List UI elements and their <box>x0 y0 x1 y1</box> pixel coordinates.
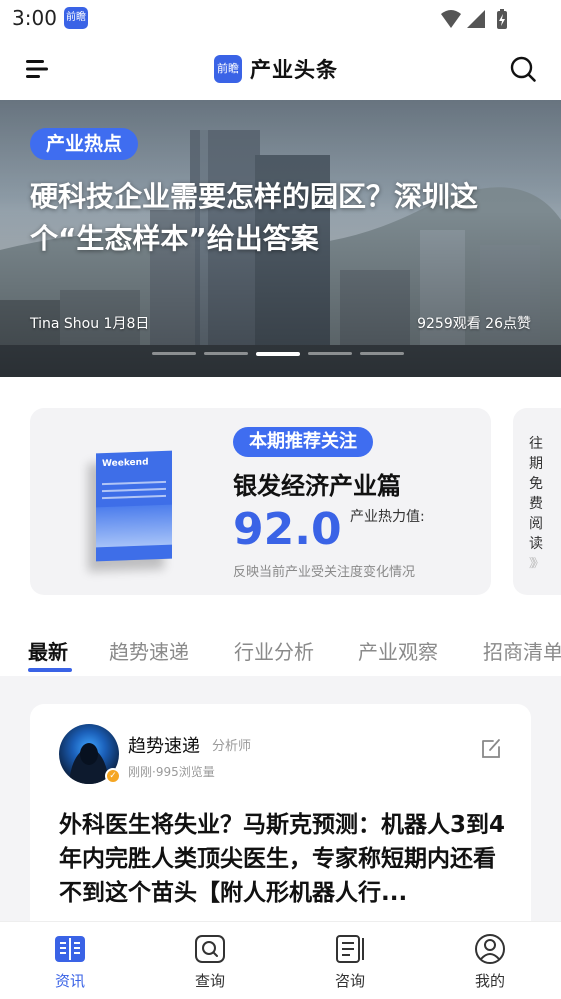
carousel-indicator[interactable] <box>152 352 408 356</box>
status-icons <box>441 9 507 29</box>
heat-value: 92.0 <box>233 504 342 555</box>
menu-icon[interactable] <box>24 56 50 82</box>
carousel-dot[interactable] <box>152 352 196 355</box>
carousel-dot[interactable] <box>204 352 248 355</box>
carousel-dot[interactable] <box>256 352 300 356</box>
carousel-dot[interactable] <box>360 352 404 355</box>
recommend-badge: 本期推荐关注 <box>233 427 373 457</box>
magazine-cover-title: Weekend <box>102 457 149 470</box>
verified-badge-icon: ✓ <box>105 768 121 784</box>
category-tabs: 最新 趋势速递 行业分析 产业观察 招商清单 <box>0 632 561 676</box>
post-title[interactable]: 外科医生将失业？马斯克预测：机器人3到4年内完胜人类顶尖医生，专家称短期内还看不… <box>59 808 505 910</box>
search-icon[interactable] <box>509 55 537 83</box>
query-icon <box>195 935 225 963</box>
nav-profile-label: 我的 <box>474 972 505 990</box>
tab-industry-observation[interactable]: 产业观察 <box>358 636 438 665</box>
nav-consult[interactable]: 咨询 <box>310 932 390 994</box>
wifi-icon <box>441 10 461 28</box>
heat-value-label: 产业热力值: <box>350 509 425 525</box>
news-icon <box>55 936 85 962</box>
magazine-cover-image: Weekend <box>96 450 172 562</box>
app-logo-icon: 前瞻 <box>214 55 242 83</box>
tab-industry-analysis[interactable]: 行业分析 <box>234 636 314 665</box>
nav-consult-label: 咨询 <box>334 972 365 990</box>
tab-investment-list[interactable]: 招商清单 <box>483 636 561 665</box>
hero-author-date: Tina Shou 1月8日 <box>30 316 150 332</box>
page-title: 产业头条 <box>250 58 338 82</box>
status-bar: 3:00 前瞻 <box>0 0 561 38</box>
nav-profile[interactable]: 我的 <box>450 932 530 994</box>
nav-query-label: 查询 <box>194 972 225 990</box>
post-meta: 刚刚·995浏览量 <box>128 765 215 779</box>
post-author[interactable]: 趋势速递 <box>128 732 200 758</box>
post-author-role: 分析师 <box>212 739 252 754</box>
tab-active-indicator <box>28 668 72 672</box>
hero-category-badge: 产业热点 <box>30 128 139 160</box>
signal-icon <box>467 10 485 28</box>
profile-icon <box>475 934 505 964</box>
past-issues-label: 往期免费阅读 <box>529 436 543 552</box>
tab-trends[interactable]: 趋势速递 <box>109 636 189 665</box>
edit-icon[interactable] <box>479 736 503 760</box>
top-bar: 前瞻 产业头条 <box>0 38 561 100</box>
post-card[interactable]: ✓ 趋势速递 分析师 刚刚·995浏览量 外科医生将失业？马斯克预测：机器人3到… <box>30 704 531 934</box>
hero-headline: 硬科技企业需要怎样的园区？深圳这个“生态样本”给出答案 <box>30 180 479 255</box>
carousel-dot[interactable] <box>308 352 352 355</box>
nav-query[interactable]: 查询 <box>170 932 250 994</box>
recommend-description: 反映当前产业受关注度变化情况 <box>233 565 416 580</box>
app-notification-icon: 前瞻 <box>64 7 88 29</box>
tab-latest[interactable]: 最新 <box>28 636 68 665</box>
hero-banner[interactable]: 产业热点 硬科技企业需要怎样的园区？深圳这个“生态样本”给出答案 Tina Sh… <box>0 100 561 377</box>
bottom-nav: 资讯 查询 咨询 我的 <box>0 921 561 999</box>
brand: 前瞻 产业头条 <box>214 52 338 86</box>
nav-news-label: 资讯 <box>54 972 85 990</box>
past-issues-card[interactable]: 往期免费阅读 》》 <box>513 408 561 595</box>
consult-icon <box>336 935 364 963</box>
recommend-title: 银发经济产业篇 <box>233 472 401 500</box>
double-chevron-icon: 》》 <box>529 556 544 570</box>
status-time: 3:00 <box>12 6 57 30</box>
hero-stats: 9259观看 26点赞 <box>417 316 531 332</box>
recommend-card[interactable]: Weekend 本期推荐关注 银发经济产业篇 92.0 产业热力值: 反映当前产… <box>30 408 491 595</box>
nav-news[interactable]: 资讯 <box>30 932 110 994</box>
